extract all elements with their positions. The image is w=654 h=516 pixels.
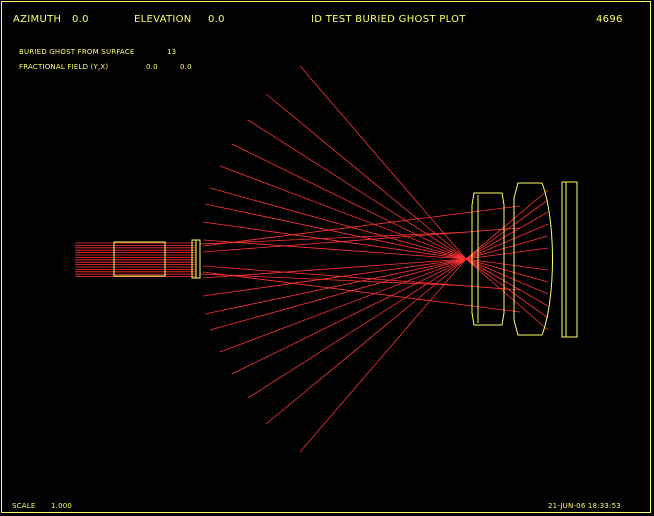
- ghost-ray: [202, 239, 467, 260]
- ghost-ray: [202, 258, 467, 297]
- ghost-ray: [219, 165, 467, 260]
- scale-label: SCALE: [12, 502, 36, 510]
- lens-ray-diagram: [75, 65, 578, 453]
- ghost-ray: [299, 65, 467, 260]
- ghost-ray: [204, 258, 467, 315]
- ghost-ray: [247, 258, 467, 399]
- ghost-ray-group: [75, 65, 549, 453]
- ghost-ray: [231, 143, 467, 260]
- ghost-ray: [202, 221, 467, 260]
- scale-value: 1.000: [51, 502, 73, 510]
- ghost-ray: [231, 258, 467, 375]
- ghost-ray: [299, 258, 467, 453]
- plot-window: AZIMUTH 0.0 ELEVATION 0.0 ID TEST BURIED…: [0, 0, 654, 516]
- lens-barrel-outline: [113, 241, 166, 277]
- ghost-ray: [204, 203, 467, 260]
- window-element-outline: [561, 181, 578, 338]
- ghost-ray: [247, 119, 467, 260]
- ghost-ray: [202, 258, 467, 279]
- plot-date-time: 21-JUN-06 18:33:53: [548, 502, 621, 510]
- ghost-ray: [219, 258, 467, 353]
- lens-doublet-outline: [471, 192, 505, 326]
